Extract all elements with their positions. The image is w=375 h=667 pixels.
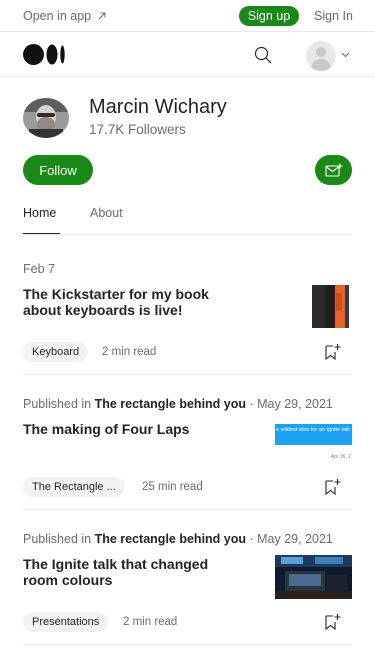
thumbnail-date: Apr 16, 2: [330, 454, 351, 460]
subscribe-email-button[interactable]: [315, 155, 352, 185]
article-thumbnail[interactable]: e wildest idea for an Ignite talk Apr 16…: [275, 424, 352, 464]
article-read-time: 2 min read: [102, 346, 157, 358]
article-title[interactable]: The Kickstarter for my book about keyboa…: [23, 286, 243, 318]
article-thumbnail[interactable]: [275, 555, 352, 599]
article-date: Feb 7: [23, 262, 55, 276]
article-card[interactable]: Feb 7 The Kickstarter for my book about …: [23, 262, 352, 375]
article-divider: [23, 644, 352, 645]
article-read-time: 2 min read: [123, 616, 178, 628]
signin-link[interactable]: Sign In: [314, 9, 353, 23]
article-tag[interactable]: Presentations: [23, 612, 109, 632]
article-meta: Published in The rectangle behind you · …: [23, 532, 333, 546]
signup-button[interactable]: Sign up: [239, 6, 299, 26]
chevron-down-icon[interactable]: [341, 50, 350, 59]
open-in-app-label: Open in app: [23, 9, 92, 23]
publication-name[interactable]: The rectangle behind you: [95, 532, 246, 546]
profile-photo: [23, 98, 69, 138]
open-in-app-link[interactable]: Open in app: [23, 9, 107, 23]
article-thumbnail-image: [310, 285, 352, 328]
article-card[interactable]: Published in The rectangle behind you · …: [23, 532, 352, 645]
article-date: · May 29, 2021: [249, 532, 333, 546]
article-divider: [23, 509, 352, 510]
top-bar: Open in app Sign up Sign In: [0, 0, 375, 32]
mail-plus-icon: [324, 163, 342, 177]
article-date: · May 29, 2021: [249, 397, 333, 411]
profile-photo-image: [23, 98, 69, 138]
bookmark-add-icon[interactable]: [324, 343, 342, 361]
article-divider: [23, 374, 352, 375]
profile-tabs: Home About: [23, 205, 352, 235]
tab-about[interactable]: About: [90, 206, 123, 220]
active-tab-indicator: [23, 233, 60, 234]
article-read-time: 25 min read: [142, 481, 203, 493]
follow-button[interactable]: Follow: [23, 155, 93, 185]
published-in-label: Published in: [23, 532, 92, 546]
article-thumbnail[interactable]: [310, 285, 352, 328]
article-thumbnail-image: [275, 555, 352, 599]
arrow-up-right-icon: [98, 12, 106, 20]
article-title[interactable]: The making of Four Laps: [23, 421, 243, 437]
article-meta: Published in The rectangle behind you · …: [23, 397, 333, 411]
user-avatar-button[interactable]: [306, 41, 336, 71]
nav-bar: [0, 32, 375, 77]
article-title[interactable]: The Ignite talk that changed room colour…: [23, 556, 243, 588]
publication-name[interactable]: The rectangle behind you: [95, 397, 246, 411]
bookmark-add-icon[interactable]: [324, 478, 342, 496]
medium-logo-icon[interactable]: [23, 44, 66, 65]
search-icon[interactable]: [254, 46, 272, 64]
tab-home[interactable]: Home: [23, 206, 56, 220]
followers-count[interactable]: 17.7K Followers: [89, 122, 186, 137]
profile-name: Marcin Wichary: [89, 96, 227, 118]
article-tag[interactable]: The Rectangle ...: [23, 477, 125, 497]
bookmark-add-icon[interactable]: [324, 613, 342, 631]
article-tag[interactable]: Keyboard: [23, 342, 89, 362]
article-card[interactable]: Published in The rectangle behind you · …: [23, 397, 352, 510]
thumbnail-text: e wildest idea for an Ignite talk: [275, 424, 352, 445]
published-in-label: Published in: [23, 397, 92, 411]
